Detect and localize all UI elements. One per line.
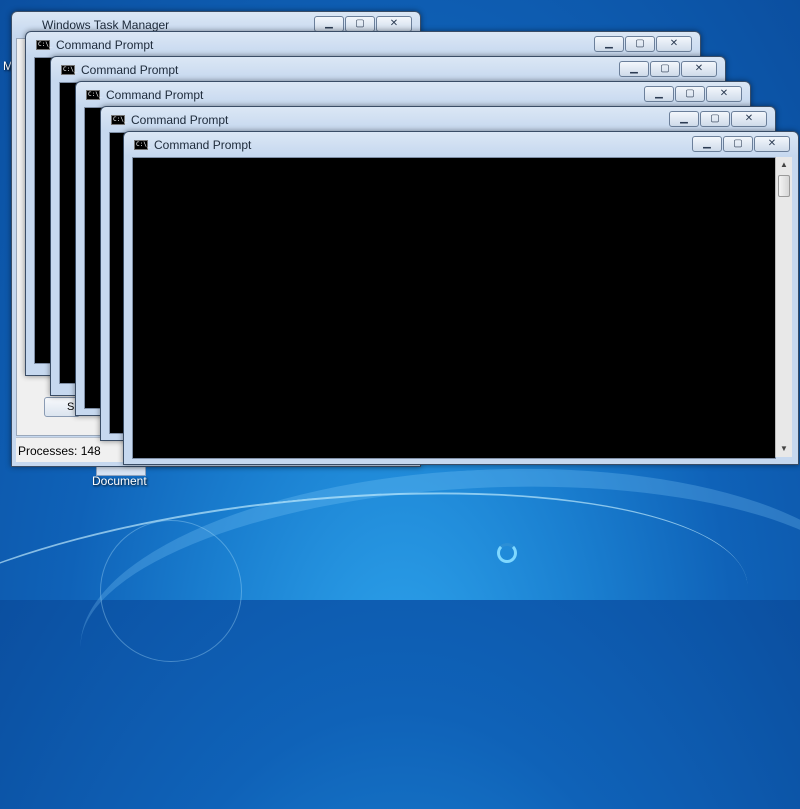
scroll-down-icon[interactable]: ▼ — [776, 441, 792, 457]
maximize-button[interactable]: ▢ — [650, 61, 680, 77]
minimize-button[interactable]: ▁ — [594, 36, 624, 52]
desktop-document-label[interactable]: Document — [92, 474, 147, 488]
console-output[interactable] — [132, 157, 776, 459]
close-button[interactable]: ✕ — [706, 86, 742, 102]
close-button[interactable]: ✕ — [754, 136, 790, 152]
minimize-button[interactable]: ▁ — [692, 136, 722, 152]
close-button[interactable]: ✕ — [681, 61, 717, 77]
vertical-scrollbar[interactable]: ▲ ▼ — [775, 157, 792, 457]
minimize-button[interactable]: ▁ — [314, 16, 344, 32]
command-prompt-titlebar[interactable]: C:\_ Command Prompt ▁ ▢ ✕ — [51, 57, 725, 81]
window-title: Command Prompt — [154, 138, 252, 152]
processes-count: Processes: 148 — [18, 444, 101, 458]
minimize-button[interactable]: ▁ — [644, 86, 674, 102]
window-title: Command Prompt — [131, 113, 229, 127]
maximize-button[interactable]: ▢ — [675, 86, 705, 102]
command-prompt-window-active[interactable]: C:\_ Command Prompt ▁ ▢ ✕ ▲ ▼ — [123, 131, 799, 465]
command-prompt-titlebar[interactable]: C:\_ Command Prompt ▁ ▢ ✕ — [26, 32, 700, 56]
maximize-button[interactable]: ▢ — [345, 16, 375, 32]
window-title: Command Prompt — [56, 38, 154, 52]
command-prompt-titlebar[interactable]: C:\_ Command Prompt ▁ ▢ ✕ — [124, 132, 798, 156]
minimize-button[interactable]: ▁ — [619, 61, 649, 77]
scrollbar-thumb[interactable] — [778, 175, 790, 197]
close-button[interactable]: ✕ — [731, 111, 767, 127]
console-icon: C:\_ — [61, 65, 78, 75]
minimize-button[interactable]: ▁ — [669, 111, 699, 127]
scroll-up-icon[interactable]: ▲ — [776, 157, 792, 173]
task-manager-title: Windows Task Manager — [42, 18, 170, 32]
command-prompt-titlebar[interactable]: C:\_ Command Prompt ▁ ▢ ✕ — [76, 82, 750, 106]
console-icon: C:\_ — [111, 115, 128, 125]
command-prompt-titlebar[interactable]: C:\_ Command Prompt ▁ ▢ ✕ — [101, 107, 775, 131]
wallpaper-ring — [100, 520, 242, 662]
console-icon: C:\_ — [86, 90, 103, 100]
close-button[interactable]: ✕ — [376, 16, 412, 32]
window-title: Command Prompt — [81, 63, 179, 77]
maximize-button[interactable]: ▢ — [625, 36, 655, 52]
console-icon: C:\_ — [36, 40, 53, 50]
maximize-button[interactable]: ▢ — [700, 111, 730, 127]
maximize-button[interactable]: ▢ — [723, 136, 753, 152]
window-title: Command Prompt — [106, 88, 204, 102]
busy-spinner-icon — [497, 543, 517, 563]
console-icon: C:\_ — [134, 140, 151, 150]
close-button[interactable]: ✕ — [656, 36, 692, 52]
